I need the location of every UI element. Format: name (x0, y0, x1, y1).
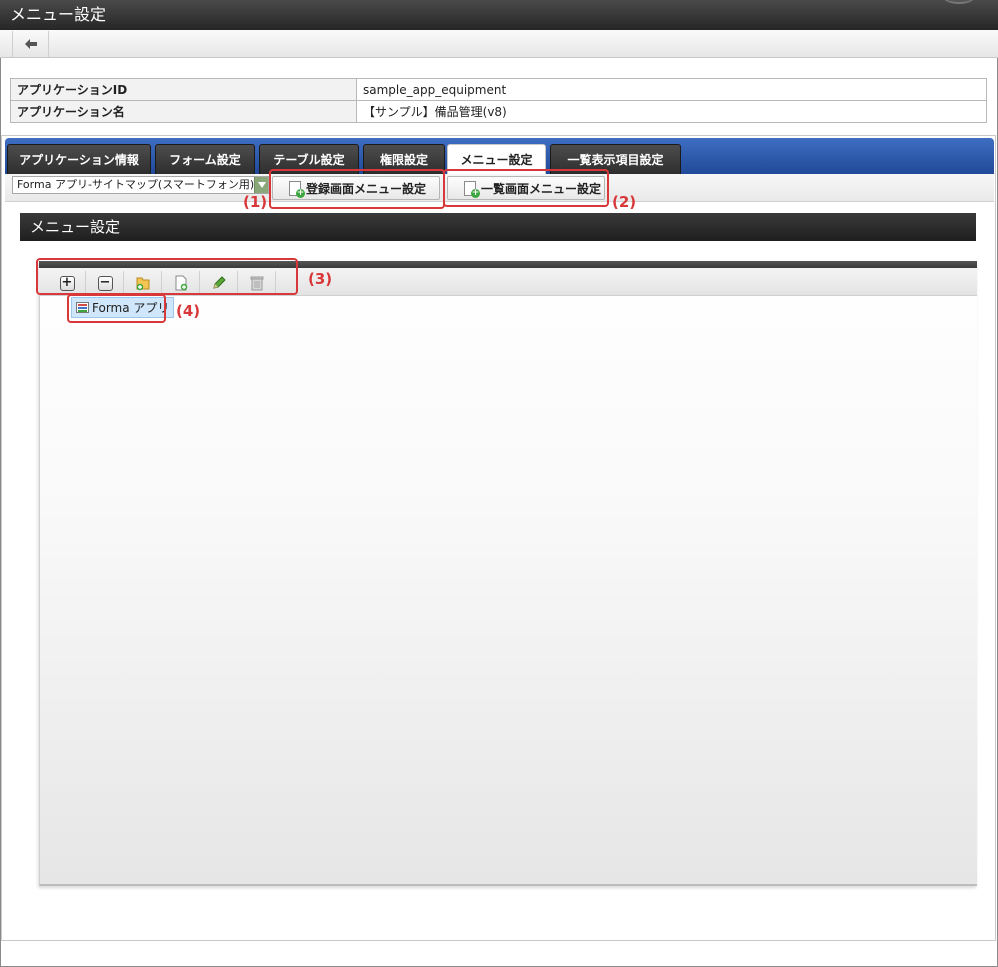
sitemap-select[interactable]: Forma アプリ-サイトマップ(スマートフォン用) (12, 176, 269, 194)
annotation-box-3 (36, 258, 298, 295)
annotation-label-1: (1) (243, 193, 268, 211)
sitemap-select-value: Forma アプリ-サイトマップ(スマートフォン用) (17, 178, 255, 191)
annotation-box-2 (443, 169, 609, 207)
annotation-label-3: (3) (308, 270, 333, 288)
application-info-table: アプリケーションID sample_app_equipment アプリケーション… (10, 78, 987, 123)
annotation-label-2: (2) (612, 193, 637, 211)
chevron-down-icon (254, 177, 268, 193)
app-id-label: アプリケーションID (10, 78, 357, 101)
app-id-value: sample_app_equipment (356, 78, 987, 101)
table-row: アプリケーション名 【サンプル】備品管理(v8) (10, 100, 987, 123)
window-title: メニュー設定 (10, 5, 107, 24)
tab-application-info[interactable]: アプリケーション情報 (7, 144, 151, 174)
app-name-label: アプリケーション名 (10, 100, 357, 123)
menu-tree-panel (39, 261, 977, 886)
top-toolbar (0, 30, 998, 58)
back-button[interactable] (12, 31, 49, 57)
table-row: アプリケーションID sample_app_equipment (10, 78, 987, 101)
annotation-box-4 (67, 294, 166, 323)
app-name-value: 【サンプル】備品管理(v8) (356, 100, 987, 123)
corner-decoration (942, 0, 976, 4)
section-title: メニュー設定 (20, 213, 976, 241)
annotation-label-4: (4) (176, 302, 201, 320)
tab-form-settings[interactable]: フォーム設定 (155, 144, 255, 174)
arrow-left-icon (24, 39, 37, 49)
annotation-box-1 (269, 169, 445, 209)
window-titlebar: メニュー設定 (0, 0, 998, 30)
